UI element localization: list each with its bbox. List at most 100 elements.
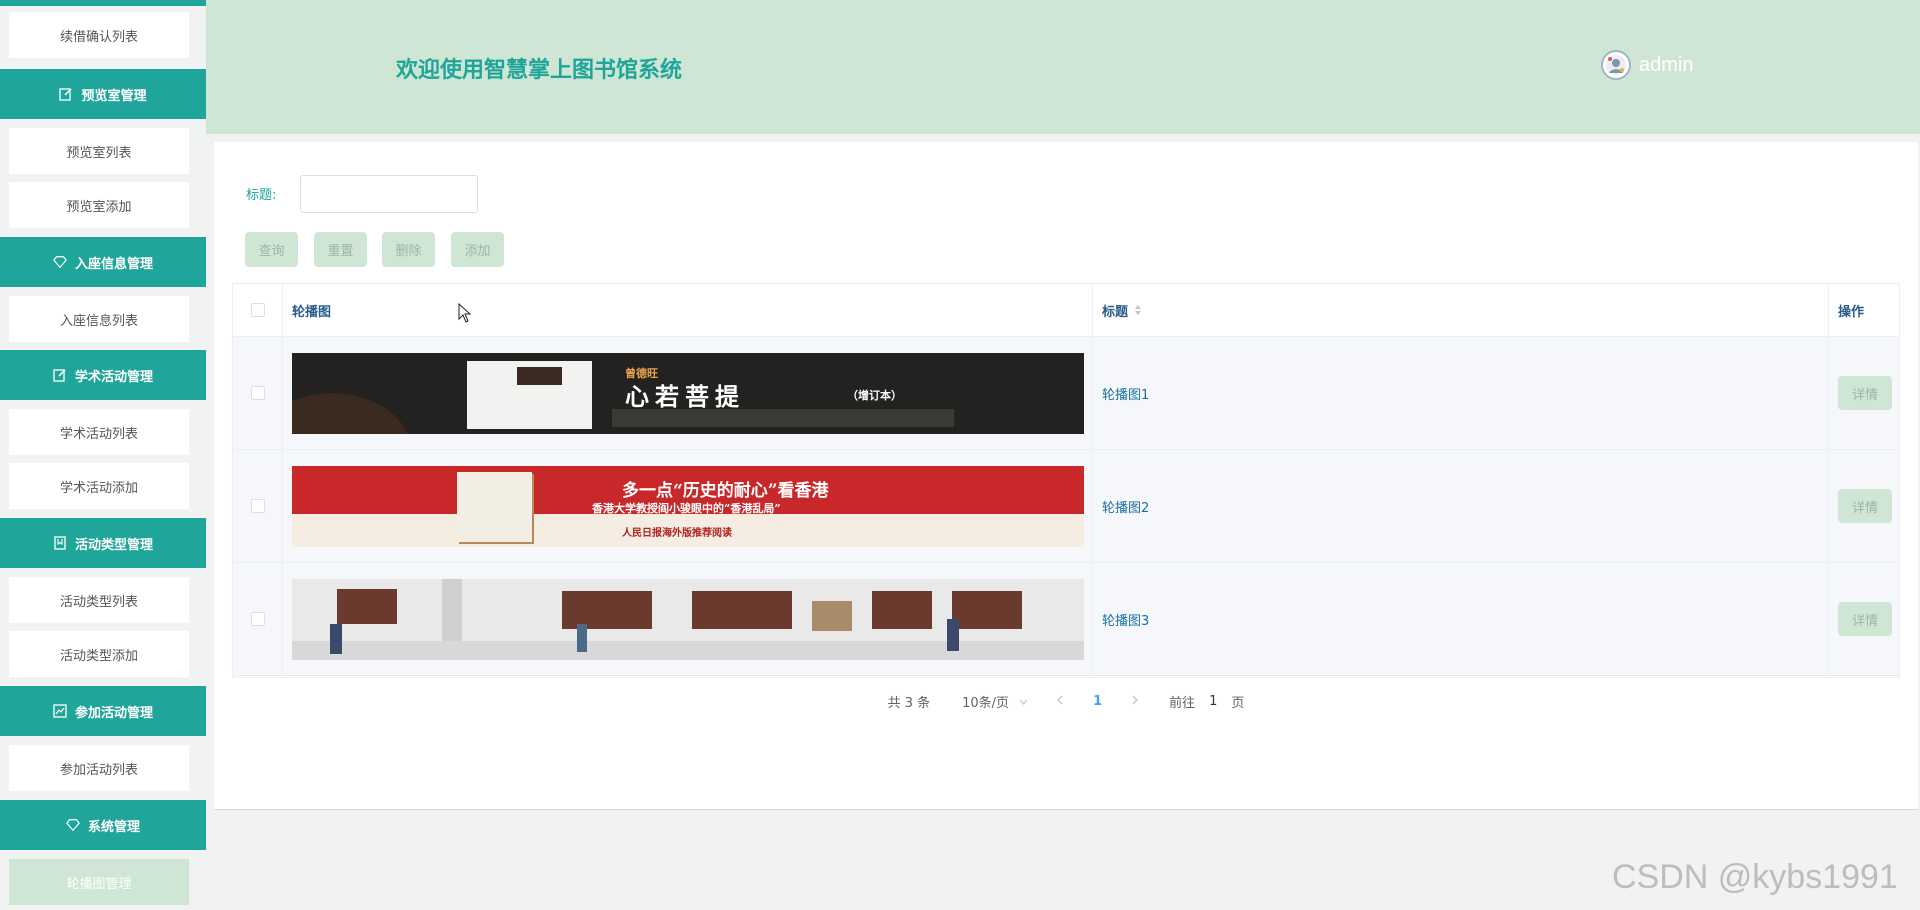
sidebar-item-label: 参加活动列表 bbox=[59, 762, 138, 778]
sidebar-item-label: 续借确认列表 bbox=[59, 29, 138, 45]
sidebar-item-label: 学术活动添加 bbox=[59, 480, 138, 496]
sidebar-item-preview-room-list[interactable]: 预览室列表 bbox=[9, 128, 189, 174]
select-all-checkbox[interactable] bbox=[250, 303, 265, 317]
sidebar-group-label: 系统管理 bbox=[87, 819, 140, 835]
page-size-select[interactable]: 10条/页 bbox=[962, 692, 1028, 711]
sidebar-group-seat-info[interactable]: 入座信息管理 bbox=[0, 237, 206, 287]
sidebar-item-academic-activity-list[interactable]: 学术活动列表 bbox=[9, 409, 189, 455]
title-cell: 轮播图2 bbox=[1093, 450, 1829, 562]
table-row: 轮播图3 详情 bbox=[233, 563, 1899, 676]
sidebar-group-join-activity[interactable]: 参加活动管理 bbox=[0, 686, 206, 736]
main-panel: 标题: 查询 重置 删除 添加 轮播图 标题 操作 曾德旺 心若菩提 （增订本）… bbox=[214, 142, 1918, 810]
search-label: 标题: bbox=[246, 188, 277, 203]
carousel-table: 轮播图 标题 操作 曾德旺 心若菩提 （增订本） 轮播图1 详情 多一点“历史的… bbox=[232, 283, 1900, 678]
query-button[interactable]: 查询 bbox=[245, 232, 298, 267]
row-checkbox[interactable] bbox=[250, 612, 265, 626]
sidebar-item-preview-room-add[interactable]: 预览室添加 bbox=[9, 182, 189, 228]
book-photo-shape bbox=[517, 366, 562, 385]
title-search-input[interactable] bbox=[300, 175, 478, 213]
user-menu[interactable]: admin bbox=[1601, 50, 1693, 80]
detail-button[interactable]: 详情 bbox=[1838, 602, 1892, 636]
table-header-row: 轮播图 标题 操作 bbox=[233, 284, 1899, 337]
banner-info-box bbox=[612, 408, 954, 427]
actions-cell: 详情 bbox=[1829, 563, 1899, 675]
sidebar-item-activity-type-add[interactable]: 活动类型添加 bbox=[9, 631, 189, 677]
row-title: 轮播图2 bbox=[1102, 500, 1150, 516]
sidebar-item-label: 学术活动列表 bbox=[59, 426, 138, 442]
sidebar-item-join-activity-list[interactable]: 参加活动列表 bbox=[9, 745, 189, 791]
column-header-label: 标题 bbox=[1102, 304, 1129, 320]
sidebar-item-carousel-manage[interactable]: 轮播图管理 bbox=[9, 859, 189, 905]
reset-button[interactable]: 重置 bbox=[314, 232, 367, 267]
table-shape bbox=[812, 600, 852, 631]
sidebar-group-label: 入座信息管理 bbox=[74, 256, 153, 272]
diamond-icon bbox=[53, 255, 67, 269]
person-shape bbox=[330, 623, 342, 654]
add-button[interactable]: 添加 bbox=[451, 232, 504, 267]
goto-label: 前往 bbox=[1169, 696, 1196, 711]
sidebar-item-label: 活动类型添加 bbox=[59, 648, 138, 664]
goto-page-input[interactable]: 1 bbox=[1209, 694, 1217, 709]
banner-text: 多一点“历史的耐心”看香港 bbox=[622, 480, 829, 501]
sidebar-top-strip bbox=[0, 0, 206, 6]
row-select-cell bbox=[233, 563, 283, 675]
column-header-label: 轮播图 bbox=[292, 304, 332, 320]
column-header-title[interactable]: 标题 bbox=[1093, 284, 1829, 336]
sidebar-group-activity-type[interactable]: 活动类型管理 bbox=[0, 518, 206, 568]
bookmark-icon bbox=[53, 536, 67, 550]
column-header-image: 轮播图 bbox=[283, 284, 1093, 336]
carousel-image[interactable]: 曾德旺 心若菩提 （增订本） bbox=[292, 352, 1084, 434]
prev-page-icon[interactable] bbox=[1056, 694, 1063, 709]
sidebar-group-system[interactable]: 系统管理 bbox=[0, 800, 206, 850]
column-header-actions: 操作 bbox=[1829, 284, 1899, 336]
floor-shape bbox=[292, 640, 1084, 660]
detail-button[interactable]: 详情 bbox=[1838, 376, 1892, 410]
sidebar-group-label: 学术活动管理 bbox=[74, 369, 153, 385]
avatar[interactable] bbox=[1601, 50, 1631, 80]
sidebar-item-label: 活动类型列表 bbox=[59, 594, 138, 610]
sidebar-item-label: 轮播图管理 bbox=[66, 876, 132, 892]
banner-cell: 多一点“历史的耐心”看香港 香港大学教授阎小骏眼中的“香港乱局” 人民日报海外版… bbox=[283, 450, 1093, 562]
carousel-image[interactable] bbox=[292, 578, 1084, 660]
sidebar-item-label: 入座信息列表 bbox=[59, 313, 138, 329]
row-checkbox[interactable] bbox=[250, 386, 265, 400]
bookshelf-shape bbox=[562, 590, 652, 629]
bookshelf-shape bbox=[692, 590, 792, 629]
delete-button[interactable]: 删除 bbox=[382, 232, 435, 267]
bookshelf-shape bbox=[337, 588, 397, 624]
pagination: 共 3 条 10条/页 1 前往 1 页 bbox=[214, 692, 1918, 711]
column-header-label: 操作 bbox=[1838, 304, 1865, 320]
page-number-current[interactable]: 1 bbox=[1093, 694, 1102, 709]
sidebar-item-renew-confirm-list[interactable]: 续借确认列表 bbox=[9, 12, 189, 58]
next-page-icon[interactable] bbox=[1132, 694, 1139, 709]
row-title: 轮播图3 bbox=[1102, 613, 1150, 629]
user-avatar-icon bbox=[1606, 55, 1626, 75]
sidebar-item-academic-activity-add[interactable]: 学术活动添加 bbox=[9, 463, 189, 509]
banner-decoration bbox=[292, 392, 412, 434]
edit-icon bbox=[59, 87, 73, 101]
sidebar-item-activity-type-list[interactable]: 活动类型列表 bbox=[9, 577, 189, 623]
username: admin bbox=[1639, 53, 1694, 76]
sidebar: 续借确认列表 预览室管理 预览室列表 预览室添加 入座信息管理 入座信息列表 学… bbox=[0, 0, 206, 910]
person-shape bbox=[577, 623, 587, 652]
chart-icon bbox=[53, 704, 67, 718]
sidebar-group-academic-activity[interactable]: 学术活动管理 bbox=[0, 350, 206, 400]
detail-button[interactable]: 详情 bbox=[1838, 489, 1892, 523]
sidebar-item-seat-info-list[interactable]: 入座信息列表 bbox=[9, 296, 189, 342]
row-select-cell bbox=[233, 450, 283, 562]
book-cover-shape bbox=[457, 471, 532, 542]
goto-suffix: 页 bbox=[1231, 696, 1245, 711]
sort-icon[interactable] bbox=[1134, 304, 1142, 316]
banner-text: 心若菩提 bbox=[625, 381, 745, 411]
row-checkbox[interactable] bbox=[250, 499, 265, 513]
title-cell: 轮播图1 bbox=[1093, 337, 1829, 449]
banner-cell: 曾德旺 心若菩提 （增订本） bbox=[283, 337, 1093, 449]
banner-text: 人民日报海外版推荐阅读 bbox=[622, 527, 732, 539]
sidebar-item-label: 预览室列表 bbox=[66, 145, 132, 161]
carousel-image[interactable]: 多一点“历史的耐心”看香港 香港大学教授阎小骏眼中的“香港乱局” 人民日报海外版… bbox=[292, 465, 1084, 547]
sidebar-group-preview-room[interactable]: 预览室管理 bbox=[0, 69, 206, 119]
watermark: CSDN @kybs1991 bbox=[1612, 858, 1898, 896]
sidebar-item-label: 预览室添加 bbox=[66, 199, 132, 215]
chevron-down-icon bbox=[1019, 694, 1028, 709]
title-cell: 轮播图3 bbox=[1093, 563, 1829, 675]
